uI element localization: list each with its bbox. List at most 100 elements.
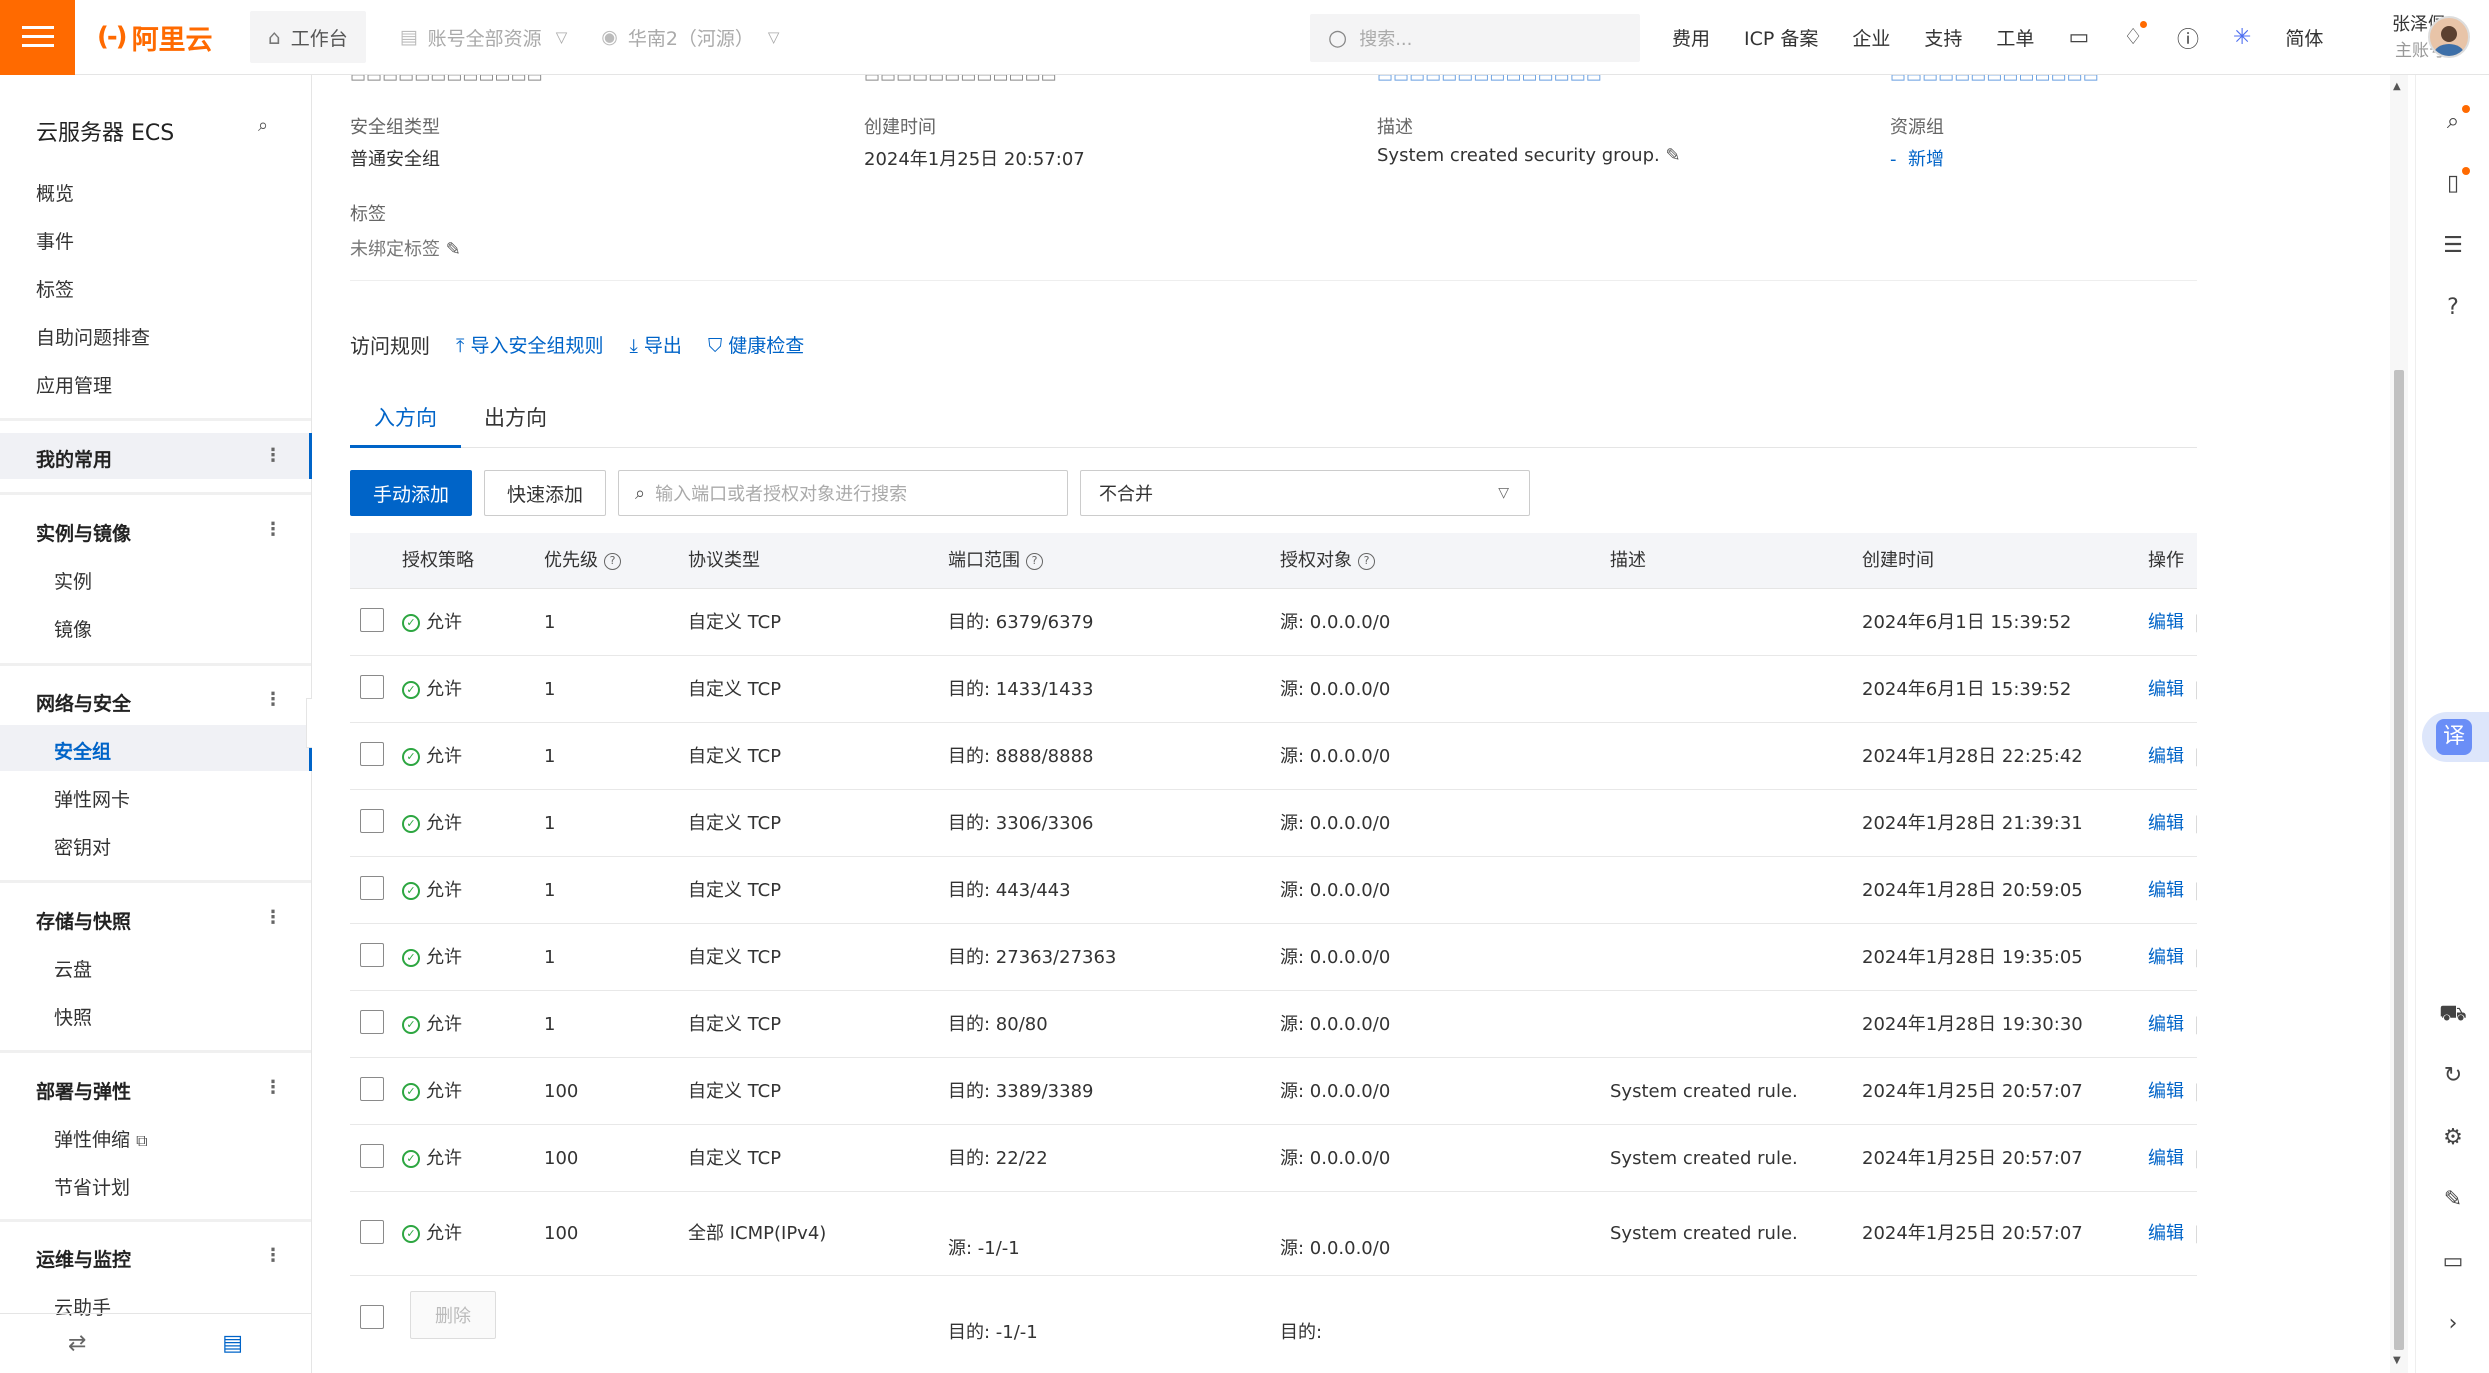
row-checkbox[interactable] — [360, 608, 384, 632]
edit-button[interactable]: 编辑 — [2148, 947, 2184, 968]
quick-add-button[interactable]: 快速添加 — [484, 470, 606, 516]
row-checkbox[interactable] — [360, 1220, 384, 1244]
avatar[interactable] — [2428, 16, 2470, 58]
bell-icon[interactable]: ♢ — [2123, 21, 2147, 50]
checklist-icon[interactable]: ☰ — [2416, 233, 2489, 258]
sidebar-item-snapshot[interactable]: 快照 — [54, 1003, 92, 1030]
scroll-up-icon[interactable]: ▲ — [2393, 81, 2401, 92]
resource-group-add-link[interactable]: 新增 — [1908, 149, 1944, 170]
row-checkbox[interactable] — [360, 943, 384, 967]
top-link-billing[interactable]: 费用 — [1672, 24, 1710, 51]
translate-button[interactable]: 译 — [2422, 712, 2489, 762]
sidebar-item-instance[interactable]: 实例 — [54, 567, 92, 594]
edit-button[interactable]: 编辑 — [2148, 880, 2184, 901]
top-link-support[interactable]: 支持 — [1924, 24, 1962, 51]
description-cell: System created rule. — [1610, 1148, 1798, 1169]
more-icon[interactable]: ⋮ — [264, 519, 282, 540]
edit-button[interactable]: 编辑 — [2148, 813, 2184, 834]
more-icon[interactable]: ⋮ — [264, 1245, 282, 1266]
sidebar-item-security-group-bg[interactable] — [0, 725, 312, 771]
sidebar-item-events[interactable]: 事件 — [36, 227, 74, 254]
sidebar-item-keypair[interactable]: 密钥对 — [54, 833, 111, 860]
edit-icon[interactable]: ✎ — [1665, 145, 1680, 166]
manual-add-button[interactable]: 手动添加 — [350, 470, 472, 516]
more-icon[interactable]: ⋮ — [264, 1077, 282, 1098]
language-switch[interactable]: 简体 — [2285, 24, 2323, 51]
edit-button[interactable]: 编辑 — [2148, 1014, 2184, 1035]
select-all-checkbox[interactable] — [360, 1305, 384, 1329]
sidebar-item-apps[interactable]: 应用管理 — [36, 371, 112, 398]
top-link-icp[interactable]: ICP 备案 — [1744, 24, 1818, 51]
sidebar-item-eni[interactable]: 弹性网卡 — [54, 785, 130, 812]
global-search-input[interactable]: ○ 搜索... — [1310, 14, 1640, 62]
workbench-button[interactable]: ⌂ 工作台 — [250, 11, 366, 63]
search-icon[interactable]: ⌕ — [258, 115, 268, 136]
sidebar-item-overview[interactable]: 概览 — [36, 179, 74, 206]
export-label: 导出 — [643, 335, 682, 357]
row-checkbox[interactable] — [360, 1077, 384, 1101]
row-checkbox[interactable] — [360, 876, 384, 900]
chevron-right-icon[interactable]: › — [2416, 1311, 2489, 1336]
sidebar-item-security-group[interactable]: 安全组 — [54, 737, 111, 764]
scrollbar-thumb[interactable] — [2394, 370, 2404, 1350]
sidebar-item-image[interactable]: 镜像 — [54, 615, 92, 642]
help-icon[interactable]: ? — [1026, 552, 1043, 570]
created-cell: 2024年1月28日 19:35:05 — [1862, 947, 2083, 968]
switch-icon[interactable]: ⇄ — [68, 1331, 86, 1356]
feedback-icon[interactable]: ▤ — [222, 1331, 243, 1356]
help-icon[interactable]: ? — [2416, 295, 2489, 320]
edit-button[interactable]: 编辑 — [2148, 679, 2184, 700]
edit-button[interactable]: 编辑 — [2148, 612, 2184, 633]
sidebar-item-autoscaling[interactable]: 弹性伸缩 ⧉ — [54, 1125, 148, 1152]
help-icon[interactable]: ? — [1358, 552, 1375, 570]
export-link[interactable]: ⤓ 导出 — [629, 331, 681, 358]
edit-icon[interactable]: ✎ — [446, 239, 461, 260]
scroll-down-icon[interactable]: ▼ — [2393, 1355, 2401, 1366]
aliyun-logo[interactable]: (-) 阿里云 — [97, 18, 232, 57]
import-rules-link[interactable]: ⤒ 导入安全组规则 — [456, 331, 603, 358]
menu-button[interactable] — [0, 0, 75, 75]
chat-icon[interactable]: ▭ — [2416, 1249, 2489, 1274]
row-checkbox[interactable] — [360, 675, 384, 699]
protocol-cell: 自定义 TCP — [688, 1014, 782, 1035]
merge-select[interactable]: 不合并 ▽ — [1080, 470, 1530, 516]
page-scrollbar[interactable]: ▲ ▼ — [2390, 75, 2408, 1373]
health-check-link[interactable]: ⛉ 健康检查 — [708, 331, 804, 358]
book-icon[interactable]: ▯ — [2416, 167, 2489, 196]
top-link-ticket[interactable]: 工单 — [1996, 24, 2034, 51]
chevron-down-icon: ▽ — [555, 28, 568, 46]
sidebar-item-troubleshoot[interactable]: 自助问题排查 — [36, 323, 150, 350]
resource-selector[interactable]: ▤ 账号全部资源 ▽ — [400, 24, 568, 51]
top-link-enterprise[interactable]: 企业 — [1852, 24, 1890, 51]
assistant-icon[interactable]: ✳ — [2233, 25, 2251, 50]
help-icon[interactable]: ⓘ — [2177, 22, 2199, 54]
cart-icon[interactable]: ⛟ — [2416, 1001, 2489, 1029]
row-checkbox[interactable] — [360, 809, 384, 833]
edit-button[interactable]: 编辑 — [2148, 1223, 2184, 1244]
terminal-icon[interactable]: ▭ — [2068, 25, 2089, 50]
more-icon[interactable]: ⋮ — [264, 907, 282, 928]
edit-icon[interactable]: ✎ — [2416, 1187, 2489, 1212]
edit-button[interactable]: 编辑 — [2148, 1081, 2184, 1102]
rule-search-input[interactable]: ⌕ 输入端口或者授权对象进行搜索 — [618, 470, 1068, 516]
tab-inbound[interactable]: 入方向 — [350, 388, 461, 448]
more-icon[interactable]: ⋮ — [264, 445, 282, 466]
tab-outbound[interactable]: 出方向 — [460, 388, 571, 448]
protocol-cell: 自定义 TCP — [688, 947, 782, 968]
edit-button[interactable]: 编辑 — [2148, 1148, 2184, 1169]
sidebar-item-tags[interactable]: 标签 — [36, 275, 74, 302]
edit-button[interactable]: 编辑 — [2148, 746, 2184, 767]
batch-delete-button[interactable]: 删除 — [410, 1291, 496, 1339]
region-selector[interactable]: ◉ 华南2（河源） ▽ — [601, 24, 779, 51]
refresh-icon[interactable]: ↻ — [2416, 1063, 2489, 1088]
help-icon[interactable]: ? — [604, 552, 621, 570]
row-checkbox[interactable] — [360, 1144, 384, 1168]
row-checkbox[interactable] — [360, 1010, 384, 1034]
gear-icon[interactable]: ⚙ — [2416, 1125, 2489, 1150]
object-cell: 源: 0.0.0.0/0 — [1280, 679, 1391, 700]
more-icon[interactable]: ⋮ — [264, 689, 282, 710]
sidebar-item-savings-plan[interactable]: 节省计划 — [54, 1173, 130, 1200]
row-checkbox[interactable] — [360, 742, 384, 766]
search-icon[interactable]: ⌕ — [2416, 105, 2489, 134]
sidebar-item-disk[interactable]: 云盘 — [54, 955, 92, 982]
